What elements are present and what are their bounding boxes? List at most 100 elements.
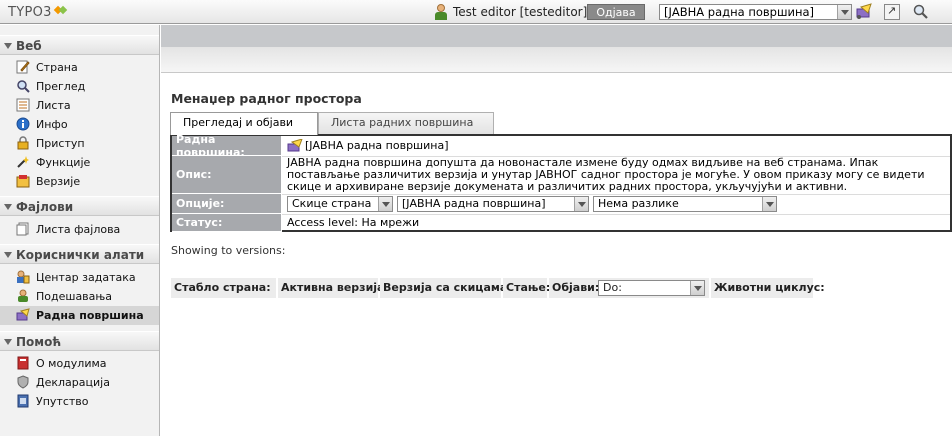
menu-group-label: Фајлови [16, 200, 74, 214]
chevron-down-icon [690, 281, 704, 295]
collapse-triangle-icon [4, 43, 12, 49]
sidebar-item-label: Приступ [36, 137, 85, 150]
sidebar-item-declaration[interactable]: Декларација [0, 373, 159, 392]
sidebar-item-label: Функције [36, 156, 91, 169]
sidebar-item-access[interactable]: Приступ [0, 134, 159, 153]
col-lifecycle: Животни циклус: [711, 278, 825, 298]
menu-group-help[interactable]: Помоћ [0, 331, 159, 351]
sidebar-item-info[interactable]: Инфо [0, 115, 159, 134]
sidebar-item-view[interactable]: Преглед [0, 77, 159, 96]
chevron-down-icon [378, 197, 392, 211]
workspace-selector[interactable]: [ЈАВНА радна површина] [659, 4, 852, 20]
sidebar-item-label: О модулима [36, 357, 107, 370]
menu-group-web[interactable]: Веб [0, 35, 159, 55]
workspace-value: [ЈАВНА радна површина] [305, 139, 449, 152]
view-select-value: Скице страна [292, 197, 372, 210]
workspace-filter-value: [ЈАВНА радна површина] [402, 197, 546, 210]
sidebar-item-label: Центар задатака [36, 271, 136, 284]
col-active-version: Активна верзија: [278, 278, 389, 298]
sidebar-item-functions[interactable]: Функције [0, 153, 159, 172]
col-page-tree: Стабло страна: [171, 278, 276, 298]
chevron-down-icon [574, 197, 588, 211]
lock-icon [16, 136, 30, 150]
sidebar-item-versions[interactable]: Верзије [0, 172, 159, 191]
col-draft-version: Верзија са скицама: [380, 278, 512, 298]
collapse-triangle-icon [4, 252, 12, 258]
user-name: Test editor [testeditor] [453, 5, 588, 19]
chevron-down-icon [837, 5, 851, 19]
page-title: Менаџер радног простора [171, 91, 362, 106]
workspace-icon[interactable] [855, 3, 873, 21]
sidebar-item-label: Инфо [36, 118, 68, 131]
col-state: Стање: [503, 278, 550, 298]
sidebar-item-label: Радна површина [36, 309, 144, 322]
magnifier-icon [16, 79, 30, 93]
collapse-triangle-icon [4, 204, 12, 210]
magic-wand-icon [16, 155, 30, 169]
workspace-icon [16, 308, 30, 322]
diff-select-value: Нема разлике [598, 197, 679, 210]
typo3-logo-icon [53, 5, 67, 18]
status-row: Статус: Access level: На мрежи [172, 214, 950, 232]
versions-icon [16, 174, 30, 188]
sidebar-item-label: Декларација [36, 376, 110, 389]
module-menu: Веб Страна Преглед Листа Инфо Приступ Фу… [0, 25, 160, 436]
menu-group-label: Помоћ [16, 335, 62, 349]
search-icon[interactable] [912, 4, 930, 20]
publish-select[interactable]: Do: [598, 280, 705, 296]
sidebar-item-filelist[interactable]: Листа фајлова [0, 220, 159, 239]
menu-group-label: Кориснички алати [16, 248, 145, 262]
list-icon [16, 98, 30, 112]
col-publish-label: Објави: [552, 281, 600, 294]
tab-workspace-list[interactable]: Листа радних површина [318, 112, 494, 134]
sidebar-item-label: Страна [36, 61, 78, 74]
options-value-cell: Скице страна [ЈАВНА радна површина] Нема… [285, 194, 950, 214]
sidebar-item-label: Подешавања [36, 290, 113, 303]
chevron-down-icon [762, 197, 776, 211]
col-publish: Објави: Do: [549, 278, 709, 298]
sidebar-item-manual[interactable]: Упутство [0, 392, 159, 411]
content-area: Менаџер радног простора Прегледај и обја… [161, 25, 952, 436]
workspace-value-cell: [ЈАВНА радна површина] [285, 136, 950, 156]
current-user: Test editor [testeditor] [434, 4, 587, 20]
user-settings-icon [16, 289, 30, 303]
sidebar-item-label: Листа [36, 99, 71, 112]
workspace-filter-select[interactable]: [ЈАВНА радна површина] [397, 196, 589, 212]
diff-select[interactable]: Нема разлике [593, 196, 777, 212]
sidebar-item-label: Листа фајлова [36, 223, 121, 236]
workspace-selector-value: [ЈАВНА радна површина] [664, 5, 815, 19]
collapse-triangle-icon [4, 339, 12, 345]
menu-group-files[interactable]: Фајлови [0, 196, 159, 216]
workspace-row: Радна површина: [ЈАВНА радна површина] [172, 133, 950, 159]
sidebar-item-page[interactable]: Страна [0, 58, 159, 77]
description-row: Опис: ЈАВНА радна површина допушта да но… [172, 156, 950, 194]
top-bar: TYPO3 Test editor [testeditor] Одјава [Ј… [0, 0, 952, 24]
view-select[interactable]: Скице страна [287, 196, 393, 212]
sidebar-item-settings[interactable]: Подешавања [0, 287, 159, 306]
sidebar-item-task-center[interactable]: Центар задатака [0, 268, 159, 287]
showing-versions-text: Showing to versions: [171, 244, 286, 257]
options-label: Опције: [172, 194, 282, 214]
sidebar-item-workspace[interactable]: Радна површина [0, 306, 159, 325]
typo3-logo[interactable]: TYPO3 [8, 3, 67, 21]
sidebar-item-about-modules[interactable]: О модулима [0, 354, 159, 373]
logout-button[interactable]: Одјава [587, 4, 645, 20]
logo-text: TYPO3 [8, 4, 52, 20]
sidebar-item-label: Упутство [36, 395, 89, 408]
sidebar-item-label: Преглед [36, 80, 86, 93]
sidebar-item-label: Верзије [36, 175, 81, 188]
sidebar-item-list[interactable]: Листа [0, 96, 159, 115]
manual-icon [16, 394, 30, 408]
tab-review-publish[interactable]: Прегледај и објави [170, 112, 318, 135]
description-label: Опис: [172, 156, 282, 194]
task-center-icon [16, 270, 30, 284]
shield-icon [16, 375, 30, 389]
status-label: Статус: [172, 214, 282, 232]
doc-header-bar [161, 25, 952, 47]
menu-group-label: Веб [16, 39, 42, 53]
workspace-label: Радна површина: [172, 133, 282, 159]
menu-group-user-tools[interactable]: Кориснички алати [0, 244, 159, 264]
file-list-icon [16, 222, 30, 236]
options-row: Опције: Скице страна [ЈАВНА радна површи… [172, 194, 950, 214]
open-new-window-icon[interactable] [884, 4, 900, 20]
